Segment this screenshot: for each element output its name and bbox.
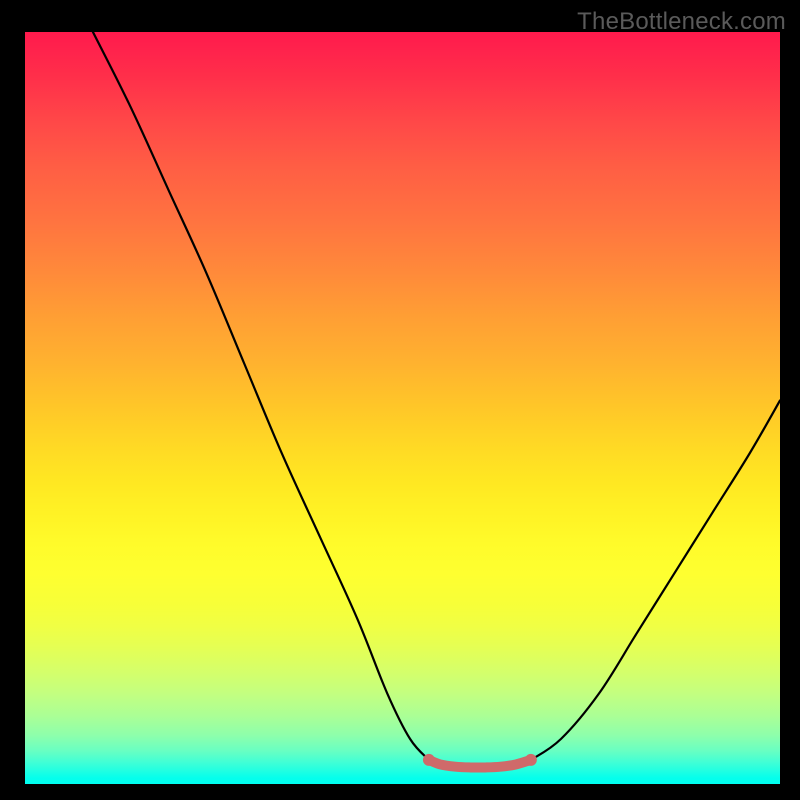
curve-left-path [93, 32, 429, 760]
chart-svg [25, 32, 780, 784]
plot-area [25, 32, 780, 784]
valley-end-dot [525, 754, 537, 766]
valley-end-dot [423, 754, 435, 766]
valley-floor-path [429, 760, 531, 768]
curve-right-path [531, 400, 780, 759]
watermark-text: TheBottleneck.com [577, 8, 786, 36]
chart-frame: TheBottleneck.com [0, 0, 800, 800]
